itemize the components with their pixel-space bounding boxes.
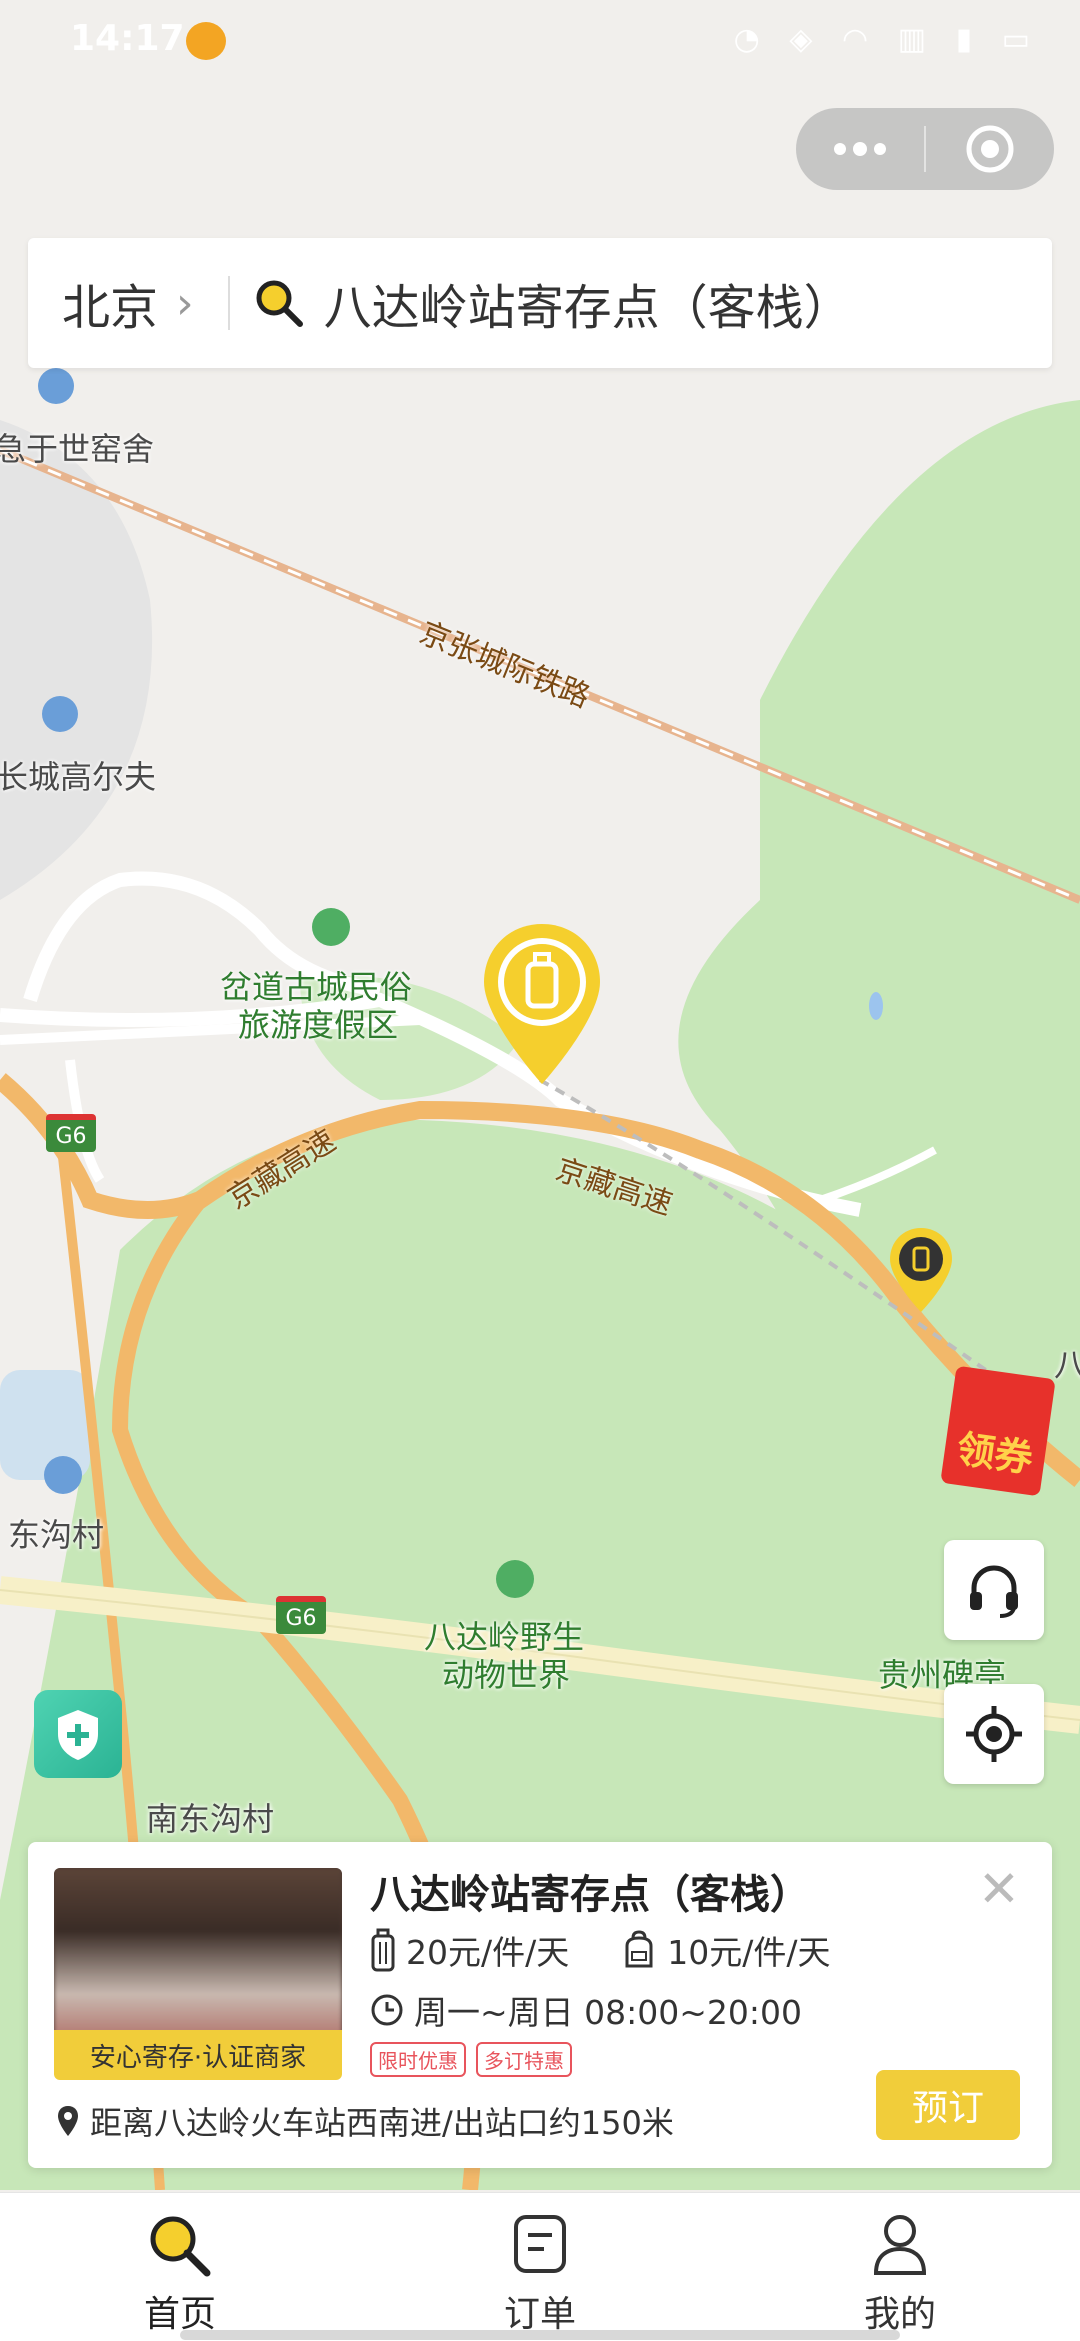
clock-icon: [371, 1994, 403, 2026]
promo-tag: 多订特惠: [476, 2042, 572, 2077]
g6-label-b: G6: [285, 1605, 317, 1631]
luggage-marker[interactable]: [888, 1226, 954, 1314]
locate-button[interactable]: [944, 1684, 1044, 1784]
coupon-label: 领券: [954, 1426, 1036, 1481]
signal-icon: ▮: [955, 22, 983, 57]
search-divider: [227, 276, 230, 330]
promo-tag: 限时优惠: [370, 2042, 466, 2077]
g6-label-a: G6: [55, 1123, 87, 1149]
distance-row: 距离八达岭火车站西南进/出站口约150米: [56, 2098, 674, 2144]
zoo-label-line2[interactable]: 动物世界: [442, 1650, 570, 1696]
tab-orders[interactable]: 订单: [360, 2193, 720, 2341]
tab-mine[interactable]: 我的: [720, 2193, 1080, 2341]
wifi-icon: ◠: [841, 22, 879, 57]
golf-label[interactable]: 长城高尔夫: [0, 752, 156, 798]
price-small-item: 10元/件/天: [621, 1926, 830, 1974]
home-indicator: [180, 2330, 900, 2340]
close-icon[interactable]: ✕: [978, 1860, 1020, 1918]
city-label: 北京: [62, 280, 159, 336]
search-icon: [256, 280, 303, 327]
price-small: 10元/件/天: [667, 1933, 831, 1972]
book-button[interactable]: 预订: [876, 2070, 1020, 2140]
g6-shield-a: G6: [46, 1114, 96, 1152]
status-time: 14:17: [70, 18, 185, 59]
tab-home[interactable]: 首页: [0, 2193, 360, 2341]
chevron-right-icon: ›: [176, 277, 194, 329]
hotel-label[interactable]: 急于世窑舍: [0, 424, 154, 470]
edge-label: 八: [1054, 1346, 1080, 1384]
tab-bar: 首页 订单 我的: [0, 2192, 1080, 2341]
golf-icon[interactable]: [42, 696, 78, 732]
weibo-icon: [186, 22, 226, 60]
backpack-icon: [625, 1930, 653, 1968]
hotel-icon[interactable]: [38, 368, 74, 404]
store-card[interactable]: 安心寄存·认证商家 八达岭站寄存点（客栈） ✕ 20元/件/天 10元/件/天: [28, 1842, 1052, 2168]
miniprogram-capsule: [796, 108, 1054, 190]
battery-icon: ▭: [1001, 22, 1040, 57]
suitcase-icon: [371, 1928, 395, 1972]
user-icon: [873, 2215, 927, 2275]
order-icon: [514, 2215, 566, 2273]
safety-button[interactable]: [34, 1690, 122, 1778]
status-bar: 14:17 ◔ ◈ ◠ ▥ ▮ ▭: [0, 0, 1080, 90]
price-large-item: 20元/件/天: [370, 1926, 569, 1974]
status-icons: ◔ ◈ ◠ ▥ ▮ ▭: [734, 22, 1040, 57]
more-button[interactable]: [796, 108, 924, 190]
certified-badge: 安心寄存·认证商家: [54, 2030, 342, 2080]
village-home-icon[interactable]: [44, 1456, 82, 1494]
search-query[interactable]: 八达岭站寄存点（客栈）: [324, 268, 852, 338]
close-button[interactable]: [926, 108, 1054, 190]
g6-shield-b: G6: [276, 1596, 326, 1634]
search-icon: [150, 2216, 211, 2277]
hours-row: 周一~周日 08:00~20:00: [370, 1986, 802, 2034]
shield-plus-icon: [58, 1710, 98, 1760]
hd-icon: ▥: [897, 22, 937, 57]
business-hours: 周一~周日 08:00~20:00: [414, 1993, 802, 2032]
coupon-button[interactable]: 领券: [940, 1365, 1056, 1497]
village-label-1[interactable]: 东沟村: [8, 1510, 104, 1556]
headset-icon: [970, 1565, 1018, 1618]
more-icon: [834, 142, 886, 156]
location-icon: ◈: [789, 22, 823, 57]
target-icon: [966, 125, 1014, 173]
luggage-marker-selected[interactable]: [480, 920, 604, 1088]
city-selector[interactable]: 北京 ›: [28, 268, 194, 338]
price-large: 20元/件/天: [406, 1933, 570, 1972]
village-label-2[interactable]: 南东沟村: [146, 1794, 274, 1840]
promo-tags: 限时优惠 多订特惠: [370, 2042, 582, 2077]
camera-icon[interactable]: [312, 908, 350, 946]
customer-service-button[interactable]: [944, 1540, 1044, 1640]
location-pin-icon: [58, 2106, 78, 2136]
resort-label-line2[interactable]: 旅游度假区: [238, 1000, 398, 1046]
locate-icon: [966, 1706, 1022, 1762]
price-row: 20元/件/天 10元/件/天: [370, 1926, 882, 1974]
distance-text: 距离八达岭火车站西南进/出站口约150米: [90, 2104, 674, 2142]
store-title: 八达岭站寄存点（客栈）: [370, 1872, 810, 1918]
alarm-icon: ◔: [733, 22, 770, 57]
zoo-icon[interactable]: [496, 1560, 534, 1598]
search-bar[interactable]: 北京 › 八达岭站寄存点（客栈）: [28, 238, 1052, 368]
